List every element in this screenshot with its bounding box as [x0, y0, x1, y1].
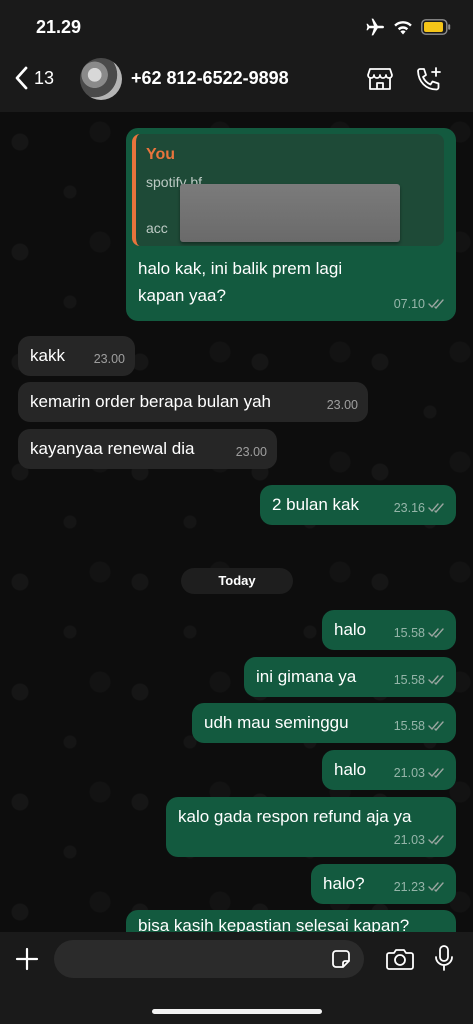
battery-icon [421, 19, 451, 35]
avatar[interactable] [80, 58, 122, 100]
message-bubble-outgoing[interactable]: ini gimana ya 15.58 [244, 657, 456, 697]
chat-header: 13 +62 812-6522-9898 [0, 52, 473, 112]
composer-bar [0, 932, 473, 1024]
message-bubble-incoming[interactable]: kakk 23.00 [18, 336, 135, 376]
quote-author: You [146, 146, 176, 163]
status-time: 21.29 [36, 17, 82, 37]
date-divider: Today [181, 568, 293, 594]
read-ticks-icon [428, 768, 444, 778]
message-meta: 23.00 [236, 441, 267, 463]
message-time: 21.03 [393, 766, 425, 780]
read-ticks-icon [428, 299, 444, 309]
message-bubble-outgoing[interactable]: halo 21.03 [322, 750, 456, 790]
message-text: kemarin order berapa bulan yah [30, 392, 271, 411]
message-text: udh mau seminggu [204, 713, 349, 732]
plus-icon[interactable] [14, 946, 40, 972]
message-time: 23.00 [93, 352, 125, 366]
contact-name[interactable]: +62 812-6522-9898 [131, 68, 289, 89]
store-icon[interactable] [367, 66, 393, 92]
message-text: halo? [323, 874, 365, 893]
message-time: 15.58 [393, 719, 425, 733]
camera-icon[interactable] [386, 947, 414, 971]
message-bubble-outgoing[interactable]: You spotify bf acc halo kak, ini balik p… [126, 128, 456, 321]
header-actions [367, 66, 443, 94]
message-bubble-outgoing[interactable]: halo 15.58 [322, 610, 456, 650]
message-time: 23.00 [235, 445, 267, 459]
message-text: ini gimana ya [256, 667, 357, 686]
message-text: kakk [30, 346, 65, 365]
message-time: 15.58 [393, 626, 425, 640]
message-meta: 07.10 [394, 293, 446, 315]
message-meta: 15.58 [394, 669, 446, 691]
message-meta: 23.16 [394, 497, 446, 519]
message-bubble-outgoing[interactable]: udh mau seminggu 15.58 [192, 703, 456, 743]
message-meta: 21.23 [394, 876, 446, 898]
message-time: 23.00 [326, 398, 358, 412]
message-time: 15.58 [393, 673, 425, 687]
unread-count: 13 [34, 67, 55, 88]
message-time: 23.16 [393, 501, 425, 515]
message-list[interactable]: You spotify bf acc halo kak, ini balik p… [0, 112, 473, 932]
microphone-icon[interactable] [434, 944, 454, 972]
read-ticks-icon [428, 503, 444, 513]
message-text: halo [334, 760, 367, 779]
home-indicator [152, 1009, 322, 1014]
message-time: 21.03 [393, 833, 425, 847]
quote-text-line2: acc [146, 220, 168, 236]
message-text: 2 bulan kak [272, 495, 359, 514]
message-meta: 21.03 [394, 762, 446, 784]
message-bubble-outgoing[interactable]: 2 bulan kak 23.16 [260, 485, 456, 525]
message-text: kalo gada respon refund aja ya [178, 807, 412, 826]
message-text: bisa kasih kepastian selesai kapan? [138, 916, 410, 932]
message-time: 07.10 [393, 297, 425, 311]
read-ticks-icon [428, 675, 444, 685]
message-meta: 21.03 [394, 829, 446, 851]
wifi-icon [394, 20, 412, 34]
message-bubble-incoming[interactable]: kayanyaa renewal dia 23.00 [18, 429, 277, 469]
sticker-icon[interactable] [330, 948, 352, 970]
read-ticks-icon [428, 721, 444, 731]
message-text: halo kak, ini balik prem lagi kapan yaa? [138, 259, 343, 305]
reply-quote[interactable]: You spotify bf acc [132, 134, 444, 246]
message-bubble-outgoing[interactable]: halo? 21.23 [311, 864, 456, 904]
message-text: halo [334, 620, 367, 639]
read-ticks-icon [428, 882, 444, 892]
message-meta: 23.00 [94, 348, 125, 370]
message-bubble-incoming[interactable]: kemarin order berapa bulan yah 23.00 [18, 382, 368, 422]
chevron-left-icon [15, 66, 28, 90]
read-ticks-icon [428, 835, 444, 845]
message-bubble-outgoing[interactable]: bisa kasih kepastian selesai kapan? [126, 910, 456, 932]
message-input[interactable] [54, 940, 364, 978]
message-time: 21.23 [393, 880, 425, 894]
message-text: kayanyaa renewal dia [30, 439, 195, 458]
read-ticks-icon [428, 628, 444, 638]
status-icons [365, 18, 451, 36]
redacted-image [180, 184, 400, 242]
status-bar: 21.29 [0, 0, 473, 52]
add-call-icon[interactable] [415, 66, 443, 94]
message-meta: 23.00 [327, 394, 358, 416]
message-bubble-outgoing[interactable]: kalo gada respon refund aja ya 21.03 [166, 797, 456, 857]
message-meta: 15.58 [394, 715, 446, 737]
message-meta: 15.58 [394, 622, 446, 644]
back-button[interactable]: 13 [14, 66, 54, 90]
airplane-icon [366, 18, 384, 36]
